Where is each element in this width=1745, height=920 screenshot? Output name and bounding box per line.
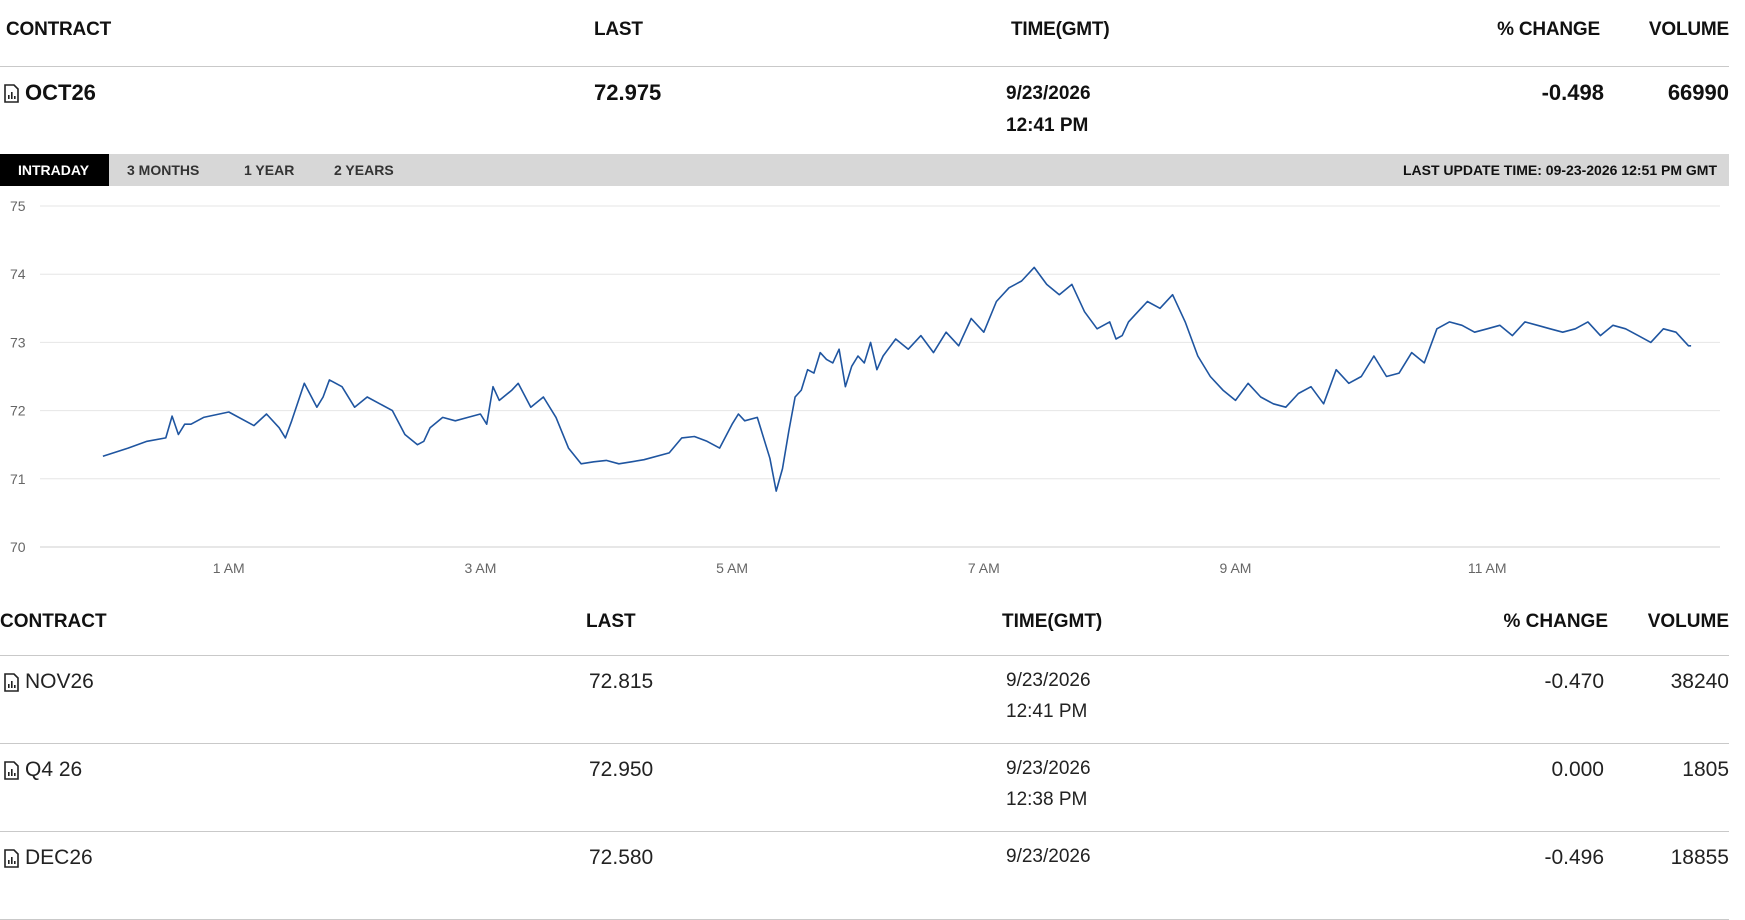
row-datetime: 9/23/2026 12:38 PM <box>1006 753 1091 815</box>
contracts-table: CONTRACT LAST TIME(GMT) % CHANGE VOLUME … <box>0 600 1729 920</box>
intraday-chart: 75 74 73 72 71 70 1 AM 3 AM 5 AM 7 AM 9 AM 11 AM <box>0 190 1729 580</box>
y-tick-label: 73 <box>10 334 26 350</box>
main-volume: 66990 <box>1667 80 1729 105</box>
tab-2-years[interactable]: 2 YEARS <box>334 154 394 186</box>
row-time: 12:41 PM <box>1006 701 1088 722</box>
header-volume: VOLUME <box>1648 19 1729 40</box>
row-date: 9/23/2026 <box>1006 758 1091 779</box>
table-row: Q4 26 72.950 9/23/2026 12:38 PM 0.000 18… <box>0 744 1729 832</box>
row-contract[interactable]: Q4 26 <box>4 758 82 782</box>
row-time: 12:38 PM <box>1006 789 1088 810</box>
row-last: 72.580 <box>589 846 654 869</box>
tab-intraday[interactable]: INTRADAY <box>0 154 110 186</box>
row-volume: 1805 <box>1682 758 1729 781</box>
last-update-time: LAST UPDATE TIME: 09-23-2026 12:51 PM GM… <box>1402 162 1717 178</box>
row-contract-label: Q4 26 <box>25 758 83 781</box>
header-contract: CONTRACT <box>6 19 111 40</box>
row-datetime: 9/23/2026 12:41 PM <box>1006 665 1091 727</box>
main-contract-label: OCT26 <box>25 80 96 105</box>
col-time: TIME(GMT) <box>1002 611 1103 632</box>
row-change: -0.496 <box>1544 846 1604 869</box>
row-contract[interactable]: NOV26 <box>4 670 94 694</box>
row-datetime: 9/23/2026 <box>1006 841 1091 872</box>
header-time: TIME(GMT) <box>1011 19 1110 40</box>
x-tick-label: 1 AM <box>213 560 245 576</box>
y-tick-label: 70 <box>10 539 26 555</box>
x-tick-label: 11 AM <box>1468 560 1507 576</box>
col-contract: CONTRACT <box>0 611 107 632</box>
price-line <box>102 266 1692 492</box>
main-last: 72.975 <box>594 80 662 105</box>
main-contract[interactable]: OCT26 <box>4 80 96 106</box>
y-tick-label: 72 <box>10 403 26 419</box>
quote-header: CONTRACT LAST TIME(GMT) % CHANGE VOLUME <box>0 0 1729 67</box>
chart-svg: 75 74 73 72 71 70 1 AM 3 AM 5 AM 7 AM 9 AM 11 AM <box>10 198 1720 576</box>
y-tick-label: 75 <box>10 198 26 214</box>
main-datetime: 9/23/2026 12:41 PM <box>1006 78 1091 142</box>
row-last: 72.815 <box>589 670 654 693</box>
x-tick-label: 7 AM <box>968 560 1000 576</box>
y-tick-label: 74 <box>10 266 26 282</box>
tab-1-year[interactable]: 1 YEAR <box>244 154 294 186</box>
row-last: 72.950 <box>589 758 654 781</box>
row-contract[interactable]: DEC26 <box>4 846 93 870</box>
table-row: DEC26 72.580 9/23/2026 -0.496 18855 <box>0 832 1729 920</box>
row-contract-label: DEC26 <box>25 846 93 869</box>
range-tab-bar: INTRADAY 3 MONTHS 1 YEAR 2 YEARS LAST UP… <box>0 154 1729 186</box>
main-date: 9/23/2026 <box>1006 83 1091 104</box>
row-volume: 38240 <box>1670 670 1729 693</box>
chart-document-icon[interactable] <box>4 848 19 868</box>
row-change: -0.470 <box>1544 670 1604 693</box>
col-change: % CHANGE <box>1503 611 1608 632</box>
row-change: 0.000 <box>1551 758 1604 781</box>
chart-document-icon[interactable] <box>4 672 19 692</box>
x-tick-label: 9 AM <box>1220 560 1252 576</box>
col-volume: VOLUME <box>1647 611 1729 632</box>
chart-document-icon[interactable] <box>4 760 19 780</box>
tab-3-months[interactable]: 3 MONTHS <box>127 154 199 186</box>
row-volume: 18855 <box>1670 846 1729 869</box>
main-contract-row: OCT26 72.975 9/23/2026 12:41 PM -0.498 6… <box>0 66 1729 154</box>
row-date: 9/23/2026 <box>1006 670 1091 691</box>
x-tick-label: 5 AM <box>716 560 748 576</box>
row-contract-label: NOV26 <box>25 670 94 693</box>
table-header: CONTRACT LAST TIME(GMT) % CHANGE VOLUME <box>0 600 1729 656</box>
col-last: LAST <box>586 611 636 632</box>
table-row: NOV26 72.815 9/23/2026 12:41 PM -0.470 3… <box>0 656 1729 744</box>
header-change: % CHANGE <box>1497 19 1600 40</box>
row-date: 9/23/2026 <box>1006 846 1091 867</box>
main-change: -0.498 <box>1541 80 1604 105</box>
x-tick-label: 3 AM <box>464 560 496 576</box>
main-time: 12:41 PM <box>1006 115 1089 136</box>
chart-document-icon[interactable] <box>4 83 19 103</box>
y-tick-label: 71 <box>10 471 26 487</box>
header-last: LAST <box>594 19 643 40</box>
